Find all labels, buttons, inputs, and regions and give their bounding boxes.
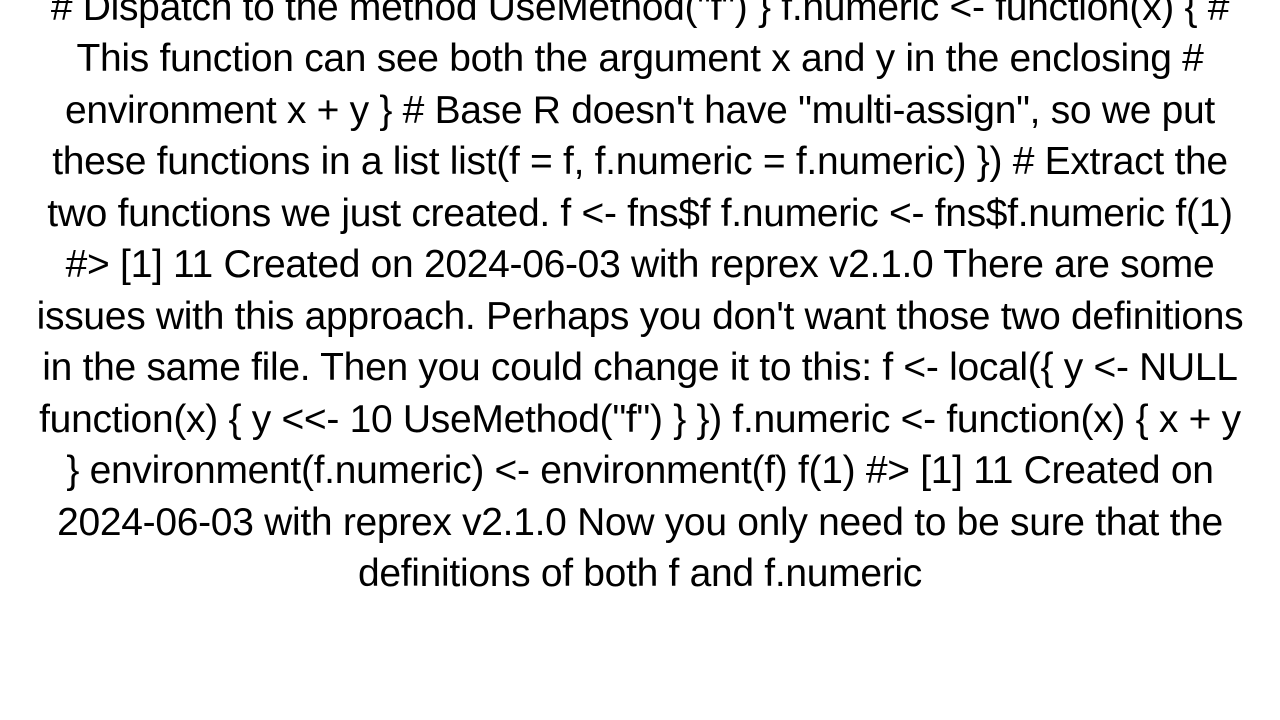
document-content: # Dispatch to the method UseMethod("f") … [0,0,1280,600]
document-text: # Dispatch to the method UseMethod("f") … [37,0,1244,595]
